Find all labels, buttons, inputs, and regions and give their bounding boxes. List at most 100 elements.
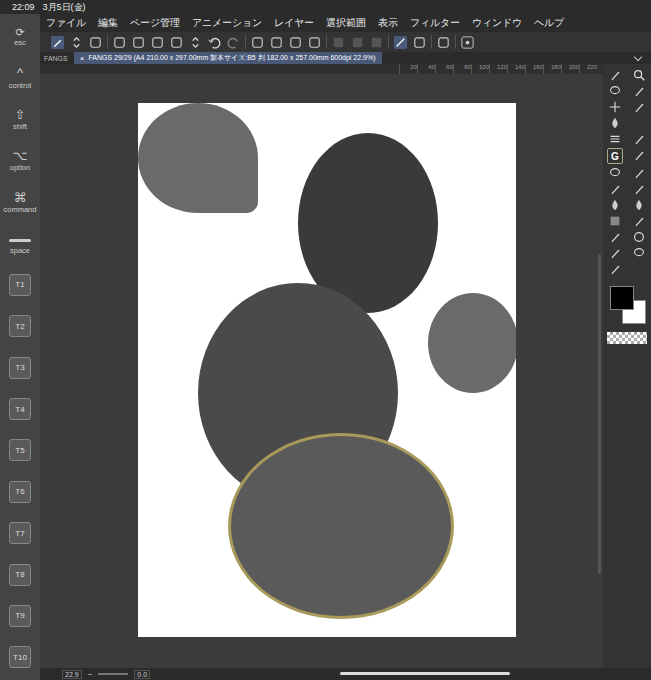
drop2-tool-icon[interactable] — [608, 198, 622, 212]
g-pen-icon[interactable]: G — [607, 148, 623, 164]
menu-item[interactable]: アニメーション — [192, 17, 262, 30]
lasso2-tool-icon[interactable] — [608, 84, 622, 98]
canvas-area[interactable]: 20406080100120140160180200220 — [40, 64, 603, 668]
separator — [107, 35, 108, 49]
move-tool-icon[interactable] — [608, 100, 622, 114]
help-icon[interactable] — [460, 35, 475, 50]
modifier-icon: ⇧ — [15, 108, 26, 122]
key-button[interactable]: space — [2, 227, 38, 261]
pen-tool-icon[interactable] — [608, 262, 622, 276]
tool-key[interactable]: T6 — [2, 475, 38, 509]
pen-tool-icon[interactable] — [632, 182, 646, 196]
lasso2-tool-icon[interactable] — [608, 166, 622, 180]
text-tool-icon[interactable] — [608, 246, 622, 260]
chevron-icon[interactable] — [634, 52, 642, 60]
modifier-icon: ^ — [17, 66, 23, 80]
tool-key[interactable]: T2 — [2, 309, 38, 343]
crop-icon[interactable] — [307, 35, 322, 50]
menu-item[interactable]: ページ管理 — [130, 17, 180, 30]
fill-tool-icon[interactable] — [632, 214, 646, 228]
angle-value[interactable]: 0.0 — [134, 670, 150, 679]
eraser-tool-icon[interactable] — [632, 148, 646, 162]
brush-icon[interactable] — [412, 35, 427, 50]
transparent-color[interactable] — [607, 332, 647, 344]
tool-key[interactable]: T10 — [2, 640, 38, 674]
tool-key[interactable]: T3 — [2, 351, 38, 385]
copy-icon[interactable] — [269, 35, 284, 50]
redo-icon[interactable] — [226, 35, 241, 50]
pen-tool-icon[interactable] — [632, 166, 646, 180]
brush-tool-icon[interactable] — [608, 68, 622, 82]
esc-icon: ⟳ — [15, 26, 24, 38]
zoom-tool-icon[interactable] — [632, 68, 646, 82]
save2-icon[interactable] — [169, 35, 184, 50]
lasso-icon[interactable] — [250, 35, 265, 50]
hand-tool-icon[interactable] — [632, 84, 646, 98]
main-color[interactable] — [610, 286, 634, 310]
tool-key[interactable]: T5 — [2, 433, 38, 467]
check-icon[interactable] — [393, 35, 408, 50]
space-icon — [9, 239, 31, 242]
tool-key[interactable]: T1 — [2, 268, 38, 302]
zoom-out-icon[interactable]: − — [88, 670, 93, 679]
arrows-icon[interactable] — [69, 35, 84, 50]
menu-item[interactable]: ウィンドウ — [472, 17, 522, 30]
lasso2-tool-icon[interactable] — [632, 246, 646, 260]
date: 3月5日(金) — [43, 1, 86, 14]
open-icon[interactable] — [150, 35, 165, 50]
menu-item[interactable]: 編集 — [98, 17, 118, 30]
scrollbar[interactable] — [598, 254, 601, 574]
key-button[interactable]: ⌘ command — [2, 185, 38, 219]
save-icon[interactable] — [131, 35, 146, 50]
toolbar — [40, 32, 651, 52]
drop-tool-icon[interactable] — [608, 116, 622, 130]
drop-tool-icon[interactable] — [632, 198, 646, 212]
circle-tool-icon[interactable] — [632, 230, 646, 244]
arrows-icon[interactable] — [188, 35, 203, 50]
menu-item[interactable]: 表示 — [378, 17, 398, 30]
tool-key[interactable]: T9 — [2, 599, 38, 633]
cam-icon[interactable] — [88, 35, 103, 50]
menu-bar: ファイル編集ページ管理アニメーションレイヤー選択範囲表示フィルターウィンドウヘル… — [40, 14, 651, 32]
separator — [326, 35, 327, 49]
lines-tool-icon[interactable] — [608, 132, 622, 146]
page-icon[interactable] — [112, 35, 127, 50]
tool-key[interactable]: T7 — [2, 516, 38, 550]
undo-icon[interactable] — [207, 35, 222, 50]
pen-icon[interactable] — [50, 35, 65, 50]
key-button[interactable]: ⌥ option — [2, 144, 38, 178]
key-button[interactable]: ^ control — [2, 61, 38, 95]
separator — [431, 35, 432, 49]
wand-tool-icon[interactable] — [632, 100, 646, 114]
fill-icon[interactable] — [288, 35, 303, 50]
box-icon[interactable] — [350, 35, 365, 50]
tool-key[interactable]: T4 — [2, 392, 38, 426]
menu-item[interactable]: ヘルプ — [534, 17, 564, 30]
panel-label: FANGS — [40, 55, 68, 62]
box-icon[interactable] — [331, 35, 346, 50]
grad-tool-icon[interactable] — [608, 214, 622, 228]
color-swatches[interactable] — [606, 284, 648, 328]
close-icon[interactable]: × — [80, 54, 85, 63]
pen-tool-icon[interactable] — [632, 132, 646, 146]
separator — [455, 35, 456, 49]
menu-item[interactable]: 選択範囲 — [326, 17, 366, 30]
document-tab[interactable]: × FANGS 29/29 (A4 210.00 x 297.00mm 製本サイ… — [74, 52, 382, 64]
brush2-icon[interactable] — [436, 35, 451, 50]
navigator-bar: 22.9 − 0.0 — [40, 668, 651, 680]
paint-tool-icon[interactable] — [608, 230, 622, 244]
app-screen: 22:09 3月5日(金) ⟳ esc^ control⇧ shift⌥ opt… — [0, 0, 651, 680]
tool-key[interactable]: T8 — [2, 558, 38, 592]
zoom-value[interactable]: 22.9 — [62, 670, 82, 679]
box-icon[interactable] — [369, 35, 384, 50]
pen-tool-icon[interactable] — [608, 182, 622, 196]
key-button[interactable]: ⇧ shift — [2, 102, 38, 136]
menu-item[interactable]: レイヤー — [274, 17, 314, 30]
tab-bar: FANGS × FANGS 29/29 (A4 210.00 x 297.00m… — [40, 52, 651, 64]
separator — [245, 35, 246, 49]
modifier-icon: ⌘ — [14, 191, 27, 205]
key-button[interactable]: ⟳ esc — [2, 20, 38, 54]
artwork-canvas[interactable] — [138, 103, 516, 637]
menu-item[interactable]: フィルター — [410, 17, 460, 30]
menu-item[interactable]: ファイル — [46, 17, 86, 30]
